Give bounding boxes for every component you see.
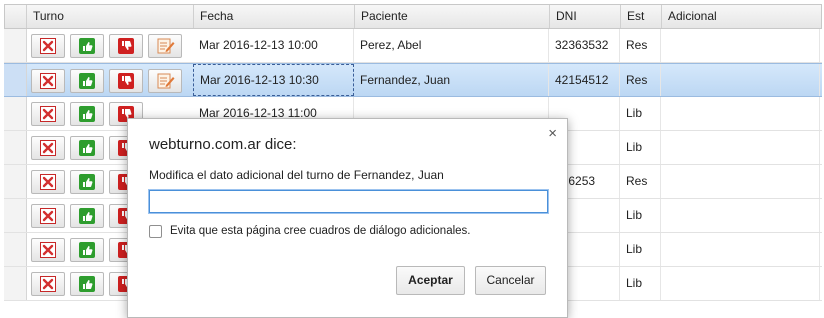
- approve-button[interactable]: [70, 102, 104, 126]
- reject-button[interactable]: [109, 69, 143, 93]
- est-cell[interactable]: Lib: [620, 267, 661, 300]
- cancel-button[interactable]: [31, 170, 65, 194]
- cancel-button[interactable]: [31, 69, 65, 93]
- suppress-dialogs-label: Evita que esta página cree cuadros de di…: [170, 225, 471, 237]
- row-selector[interactable]: [4, 97, 27, 130]
- est-cell[interactable]: Res: [620, 165, 661, 198]
- header-adicional[interactable]: Adicional: [662, 5, 821, 28]
- cancel-button[interactable]: [31, 102, 65, 126]
- accept-button[interactable]: Aceptar: [396, 266, 465, 295]
- row-selector[interactable]: [4, 29, 27, 62]
- approve-button[interactable]: [70, 204, 104, 228]
- adicional-cell[interactable]: [661, 233, 820, 266]
- header-paciente[interactable]: Paciente: [355, 5, 550, 28]
- dialog-title: webturno.com.ar dice:: [149, 136, 297, 153]
- adicional-cell[interactable]: [661, 97, 820, 130]
- row-selector[interactable]: [4, 233, 27, 266]
- approve-button[interactable]: [70, 69, 104, 93]
- header-dni[interactable]: DNI: [550, 5, 621, 28]
- paciente-cell[interactable]: Fernandez, Juan: [354, 64, 549, 96]
- suppress-dialogs-checkbox[interactable]: [149, 225, 162, 238]
- reject-button[interactable]: [109, 34, 143, 58]
- est-cell[interactable]: Lib: [620, 97, 661, 130]
- table-row[interactable]: Mar 2016-12-13 10:30 Fernandez, Juan 42154…: [4, 63, 822, 97]
- row-selector[interactable]: [4, 199, 27, 232]
- dni-cell[interactable]: 42154512: [549, 64, 620, 96]
- cancel-button[interactable]: [31, 34, 65, 58]
- est-cell[interactable]: Res: [620, 64, 661, 96]
- adicional-cell[interactable]: [661, 267, 820, 300]
- edit-button[interactable]: [148, 69, 182, 93]
- adicional-cell[interactable]: [661, 131, 820, 164]
- approve-button[interactable]: [70, 170, 104, 194]
- edit-button[interactable]: [148, 34, 182, 58]
- approve-button[interactable]: [70, 272, 104, 296]
- fecha-cell[interactable]: Mar 2016-12-13 10:00: [193, 29, 354, 62]
- header-fecha[interactable]: Fecha: [194, 5, 355, 28]
- grid-header: Turno Fecha Paciente DNI Est Adicional: [4, 4, 822, 29]
- adicional-cell[interactable]: [661, 199, 820, 232]
- prompt-dialog: webturno.com.ar dice: × Modifica el dato…: [127, 118, 568, 318]
- cancel-button[interactable]: [31, 204, 65, 228]
- cancel-button[interactable]: Cancelar: [475, 266, 546, 295]
- fecha-cell[interactable]: Mar 2016-12-13 10:30: [193, 64, 354, 96]
- cancel-button[interactable]: [31, 272, 65, 296]
- adicional-cell[interactable]: [661, 64, 820, 96]
- table-row[interactable]: Mar 2016-12-13 10:00 Perez, Abel 32363532 R…: [4, 29, 822, 63]
- header-est[interactable]: Est: [621, 5, 662, 28]
- dni-cell[interactable]: 32363532: [549, 29, 620, 62]
- row-selector[interactable]: [4, 64, 27, 96]
- approve-button[interactable]: [70, 136, 104, 160]
- paciente-cell[interactable]: Perez, Abel: [354, 29, 549, 62]
- approve-button[interactable]: [70, 238, 104, 262]
- cancel-button[interactable]: [31, 238, 65, 262]
- approve-button[interactable]: [70, 34, 104, 58]
- est-cell[interactable]: Res: [620, 29, 661, 62]
- row-selector[interactable]: [4, 267, 27, 300]
- est-cell[interactable]: Lib: [620, 131, 661, 164]
- est-cell[interactable]: Lib: [620, 233, 661, 266]
- dialog-message: Modifica el dato adicional del turno de …: [149, 168, 444, 182]
- additional-data-input[interactable]: [148, 189, 549, 214]
- est-cell[interactable]: Lib: [620, 199, 661, 232]
- row-selector[interactable]: [4, 165, 27, 198]
- adicional-cell[interactable]: [661, 29, 820, 62]
- header-rownum: [5, 5, 27, 28]
- cancel-button[interactable]: [31, 136, 65, 160]
- close-icon[interactable]: ×: [548, 125, 557, 142]
- adicional-cell[interactable]: [661, 165, 820, 198]
- header-turno[interactable]: Turno: [27, 5, 194, 28]
- row-selector[interactable]: [4, 131, 27, 164]
